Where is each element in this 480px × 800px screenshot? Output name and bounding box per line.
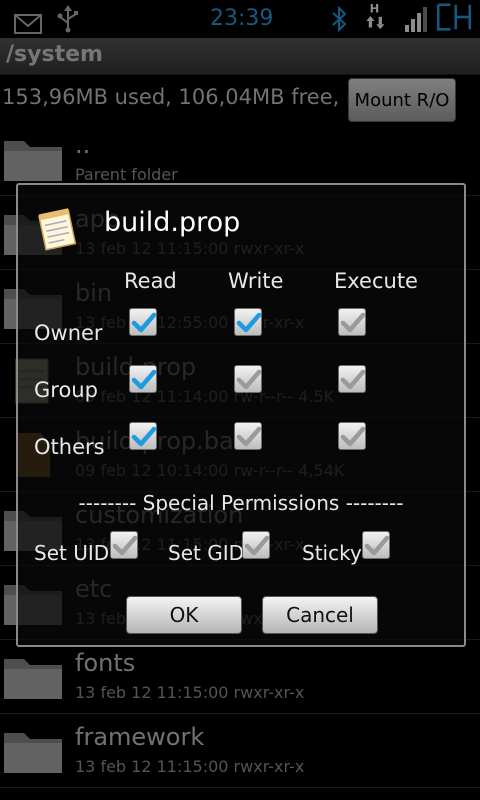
set-gid-checkbox[interactable] xyxy=(242,531,270,559)
sticky-checkbox[interactable] xyxy=(362,531,390,559)
owner-execute-checkbox[interactable] xyxy=(338,308,366,336)
column-read-header: Read xyxy=(124,269,177,293)
others-write-checkbox[interactable] xyxy=(234,422,262,450)
owner-write-checkbox[interactable] xyxy=(234,308,262,336)
text-file-icon xyxy=(38,208,77,251)
owner-read-checkbox[interactable] xyxy=(129,308,157,336)
group-execute-checkbox[interactable] xyxy=(338,365,366,393)
special-permissions-heading: -------- Special Permissions -------- xyxy=(78,491,404,515)
permissions-dialog: build.prop Read Write Execute Owner Grou… xyxy=(16,183,466,647)
others-read-checkbox[interactable] xyxy=(129,422,157,450)
row-owner-label: Owner xyxy=(34,321,103,345)
setgid-label: Set GID xyxy=(168,541,244,565)
setuid-label: Set UID xyxy=(34,541,110,565)
sticky-label: Sticky xyxy=(302,541,362,565)
row-group-label: Group xyxy=(34,378,98,402)
column-write-header: Write xyxy=(228,269,284,293)
ok-button[interactable]: OK xyxy=(126,596,242,634)
group-read-checkbox[interactable] xyxy=(129,365,157,393)
column-execute-header: Execute xyxy=(334,269,418,293)
row-others-label: Others xyxy=(34,435,105,459)
set-uid-checkbox[interactable] xyxy=(110,531,138,559)
group-write-checkbox[interactable] xyxy=(234,365,262,393)
cancel-button[interactable]: Cancel xyxy=(262,596,378,634)
dialog-title: build.prop xyxy=(104,207,241,238)
others-execute-checkbox[interactable] xyxy=(338,422,366,450)
